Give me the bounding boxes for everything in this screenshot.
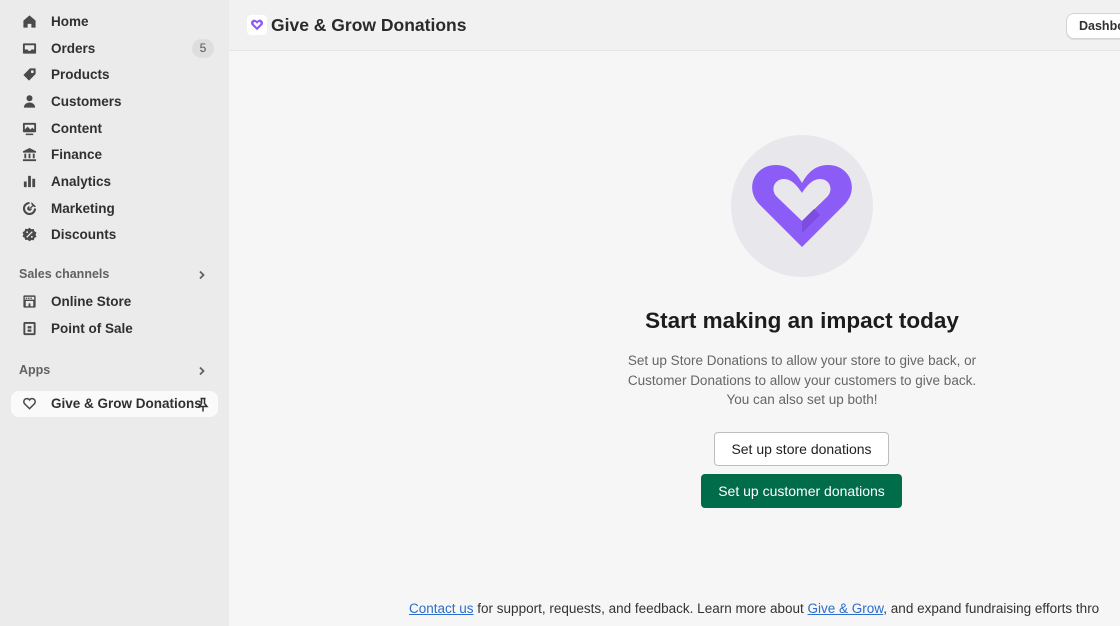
inbox-icon [21, 40, 37, 56]
dashboard-button[interactable]: Dashbo [1066, 13, 1120, 39]
hero-description: Set up Store Donations to allow your sto… [579, 351, 1025, 410]
sidebar-item-customers[interactable]: Customers [11, 88, 218, 115]
sidebar-item-point-of-sale[interactable]: Point of Sale [11, 315, 218, 342]
sidebar-item-discounts[interactable]: Discounts [11, 222, 218, 249]
sidebar-item-label: Point of Sale [51, 320, 133, 336]
sidebar-item-marketing[interactable]: Marketing [11, 195, 218, 222]
sidebar-item-label: Products [51, 67, 110, 83]
person-icon [21, 93, 37, 109]
sidebar-item-finance[interactable]: Finance [11, 141, 218, 168]
setup-store-donations-button[interactable]: Set up store donations [714, 432, 889, 466]
footer-middle-text: for support, requests, and feedback. Lea… [473, 601, 808, 616]
sidebar-item-give-grow-donations[interactable]: Give & Grow Donations [11, 390, 218, 418]
sidebar-item-label: Online Store [51, 294, 132, 310]
chevron-right-icon [196, 364, 208, 376]
sidebar-item-label: Marketing [51, 200, 115, 216]
orders-count-badge: 5 [192, 38, 214, 58]
give-grow-link[interactable]: Give & Grow [808, 601, 884, 616]
bank-icon [21, 147, 37, 163]
sidebar-item-label: Finance [51, 147, 103, 163]
footer-text: Contact us for support, requests, and fe… [409, 601, 1120, 616]
heart-icon [21, 396, 37, 412]
description-line: Customer Donations to allow your custome… [627, 372, 977, 388]
footer-end-text: , and expand fundraising efforts thro [883, 601, 1100, 616]
hero-headline: Start making an impact today [645, 308, 959, 333]
sales-channels-label: Sales channels [19, 267, 110, 282]
give-grow-logo-icon [247, 15, 267, 35]
sidebar-item-products[interactable]: Products [11, 61, 218, 88]
sidebar-item-label: Analytics [51, 173, 112, 189]
sales-channels-header[interactable]: Sales channels [11, 262, 218, 286]
store-icon [21, 294, 37, 310]
sidebar-item-label: Orders [51, 40, 96, 56]
sidebar: Home Orders 5 Products Customers Content… [0, 0, 229, 626]
apps-label: Apps [19, 362, 51, 377]
chevron-right-icon [196, 268, 208, 280]
page-title: Give & Grow Donations [271, 14, 467, 35]
sidebar-item-label: Give & Grow Donations [51, 396, 202, 412]
sidebar-item-label: Discounts [51, 227, 117, 243]
hero-illustration [731, 135, 873, 277]
pin-icon[interactable] [196, 397, 210, 413]
bar-chart-icon [21, 173, 37, 189]
contact-us-link[interactable]: Contact us [409, 601, 474, 616]
setup-customer-donations-button[interactable]: Set up customer donations [701, 474, 902, 508]
sidebar-item-label: Customers [51, 93, 122, 109]
description-line: You can also set up both! [726, 392, 878, 407]
app-header: Give & Grow Donations Dashbo [229, 0, 1120, 51]
pos-icon [21, 320, 37, 336]
home-icon [21, 13, 37, 29]
sidebar-item-content[interactable]: Content [11, 115, 218, 142]
heart-icon [752, 165, 852, 247]
sidebar-item-online-store[interactable]: Online Store [11, 288, 218, 315]
sidebar-item-label: Content [51, 120, 102, 136]
sidebar-item-orders[interactable]: Orders 5 [11, 35, 218, 62]
target-icon [21, 200, 37, 216]
sidebar-item-analytics[interactable]: Analytics [11, 168, 218, 195]
discount-icon [21, 227, 37, 243]
sidebar-item-home[interactable]: Home [11, 8, 218, 35]
sidebar-item-label: Home [51, 13, 89, 29]
description-line: Set up Store Donations to allow your sto… [627, 353, 977, 368]
main-content: Start making an impact today Set up Stor… [229, 51, 1120, 626]
tag-icon [21, 67, 37, 83]
image-icon [21, 120, 37, 136]
apps-header[interactable]: Apps [11, 358, 218, 382]
